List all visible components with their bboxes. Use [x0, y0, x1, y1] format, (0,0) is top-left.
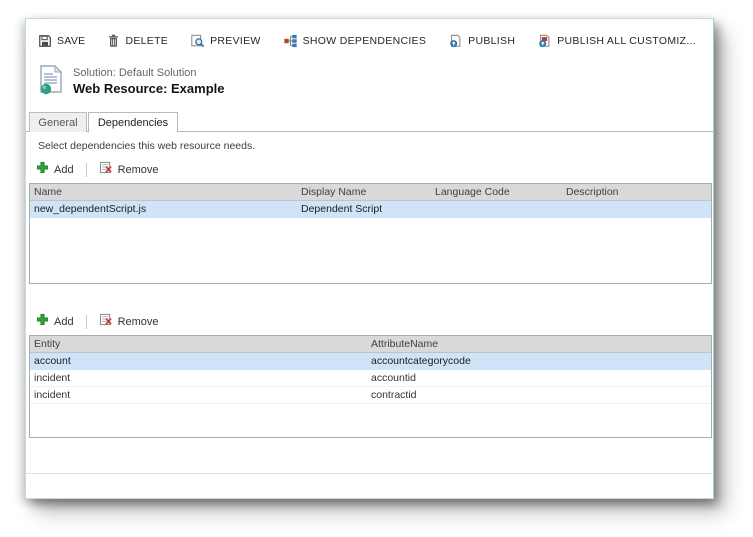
tab-strip: General Dependencies [26, 112, 713, 132]
add-attribute-button[interactable]: Add [36, 313, 74, 331]
attribute-grid-toolbar: Add Remove [36, 312, 159, 332]
remove-icon [99, 313, 113, 331]
remove-attribute-button[interactable]: Remove [99, 313, 159, 331]
cell-language-code [431, 201, 562, 218]
cell-attribute: contractid [367, 387, 711, 404]
save-icon [38, 34, 52, 48]
table-row[interactable]: account accountcategorycode [30, 353, 711, 370]
tab-dependencies[interactable]: Dependencies [88, 112, 178, 133]
preview-label: PREVIEW [210, 35, 261, 47]
column-header-language-code[interactable]: Language Code [431, 184, 562, 201]
preview-button[interactable]: PREVIEW [190, 34, 261, 48]
add-web-resource-button[interactable]: Add [36, 161, 74, 179]
record-header: Solution: Default Solution Web Resource:… [38, 65, 224, 100]
show-dependencies-icon [283, 34, 298, 48]
publish-button[interactable]: PUBLISH [448, 34, 515, 48]
grid-header-row: Name Display Name Language Code Descript… [30, 184, 711, 201]
toolbar-separator [86, 163, 87, 177]
publish-all-button[interactable]: PUBLISH ALL CUSTOMIZ... [537, 34, 696, 48]
show-dependencies-label: SHOW DEPENDENCIES [303, 35, 427, 47]
column-header-description[interactable]: Description [562, 184, 711, 201]
instruction-text: Select dependencies this web resource ne… [38, 140, 255, 152]
cell-attribute: accountid [367, 370, 711, 387]
cell-name: new_dependentScript.js [30, 201, 297, 218]
cell-entity: incident [30, 387, 367, 404]
publish-label: PUBLISH [468, 35, 515, 47]
remove-label: Remove [118, 164, 159, 176]
remove-label: Remove [118, 316, 159, 328]
page-title: Web Resource: Example [73, 81, 224, 97]
cell-entity: account [30, 353, 367, 370]
table-row[interactable]: incident contractid [30, 387, 711, 404]
show-dependencies-button[interactable]: SHOW DEPENDENCIES [283, 34, 427, 48]
preview-icon [190, 34, 205, 48]
cell-entity: incident [30, 370, 367, 387]
command-bar: SAVE DELETE PREVIEW SHOW DEPENDENCIES PU… [38, 31, 696, 51]
delete-button[interactable]: DELETE [107, 34, 168, 48]
web-resource-window: SAVE DELETE PREVIEW SHOW DEPENDENCIES PU… [25, 18, 714, 499]
publish-all-icon [537, 34, 552, 48]
table-row[interactable]: incident accountid [30, 370, 711, 387]
cell-display-name: Dependent Script [297, 201, 431, 218]
add-label: Add [54, 316, 74, 328]
screenshot-canvas: SAVE DELETE PREVIEW SHOW DEPENDENCIES PU… [0, 0, 753, 537]
save-label: SAVE [57, 35, 85, 47]
tab-general[interactable]: General [29, 112, 87, 132]
grid-header-row: Entity AttributeName [30, 336, 711, 353]
web-resource-icon [38, 65, 64, 100]
add-icon [36, 313, 49, 331]
attribute-dependency-grid: Entity AttributeName account accountcate… [29, 335, 712, 438]
publish-icon [448, 34, 463, 48]
remove-web-resource-button[interactable]: Remove [99, 161, 159, 179]
cell-attribute: accountcategorycode [367, 353, 711, 370]
delete-icon [107, 34, 120, 48]
web-resource-dependency-grid: Name Display Name Language Code Descript… [29, 183, 712, 284]
web-resource-grid-toolbar: Add Remove [36, 160, 159, 180]
solution-label: Solution: Default Solution [73, 66, 224, 81]
add-label: Add [54, 164, 74, 176]
column-header-name[interactable]: Name [30, 184, 297, 201]
publish-all-label: PUBLISH ALL CUSTOMIZ... [557, 35, 696, 47]
add-icon [36, 161, 49, 179]
column-header-display-name[interactable]: Display Name [297, 184, 431, 201]
column-header-entity[interactable]: Entity [30, 336, 367, 353]
save-button[interactable]: SAVE [38, 34, 85, 48]
toolbar-separator [86, 315, 87, 329]
remove-icon [99, 161, 113, 179]
column-header-attributename[interactable]: AttributeName [367, 336, 711, 353]
table-row[interactable]: new_dependentScript.js Dependent Script [30, 201, 711, 218]
cell-description [562, 201, 711, 218]
delete-label: DELETE [125, 35, 168, 47]
footer-divider [26, 473, 713, 474]
